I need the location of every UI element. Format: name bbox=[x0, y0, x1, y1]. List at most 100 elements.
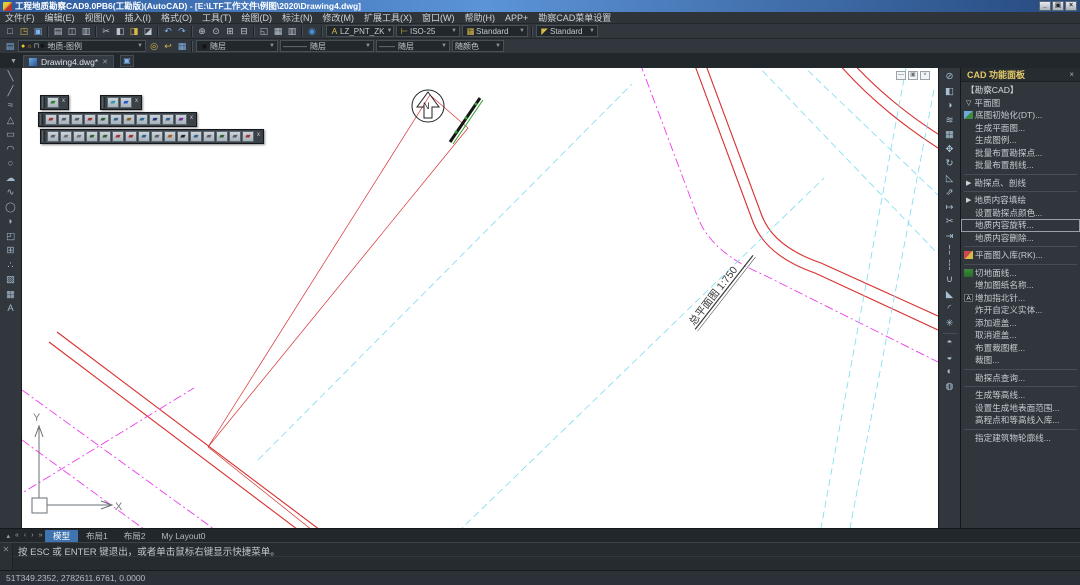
close-icon[interactable]: x bbox=[133, 97, 140, 108]
layer-control[interactable]: ●☼⊓■地质-图例▼ bbox=[18, 40, 146, 52]
layout-nav-3[interactable]: » bbox=[36, 532, 45, 539]
array-button[interactable]: ▦ bbox=[942, 128, 958, 143]
survey-tool-1-button[interactable]: ▰ bbox=[45, 114, 57, 125]
redo-button[interactable]: ↷ bbox=[175, 25, 189, 38]
float-toolbar-a[interactable]: ▰x bbox=[40, 95, 69, 110]
fillet-button[interactable]: ◜ bbox=[942, 302, 958, 317]
clean-screen-button[interactable]: ◉ bbox=[305, 25, 319, 38]
properties-button[interactable]: ◱ bbox=[257, 25, 271, 38]
trim-button[interactable]: ✂ bbox=[942, 215, 958, 230]
spline-button[interactable]: ∿ bbox=[3, 186, 19, 201]
lineweight-control[interactable]: ——随层▼ bbox=[376, 40, 450, 52]
panel-item-地质内容填绘[interactable]: ▶地质内容填绘 bbox=[961, 194, 1080, 207]
zoom-window-button[interactable]: ⊞ bbox=[223, 25, 237, 38]
panel-item-批量布置剖线[interactable]: 批量布置剖线... bbox=[961, 159, 1080, 172]
designcenter-button[interactable]: ▦ bbox=[271, 25, 285, 38]
restore-button[interactable]: ▣ bbox=[1052, 1, 1064, 11]
draworder-back-button[interactable]: ◒ bbox=[942, 351, 958, 366]
multiline-text-button[interactable]: A bbox=[3, 302, 19, 317]
copy-button[interactable]: ◧ bbox=[942, 85, 958, 100]
zoom-realtime-button[interactable]: ⊙ bbox=[209, 25, 223, 38]
toolbar-grip[interactable] bbox=[42, 97, 45, 108]
survey-tool-2-button[interactable]: ▰ bbox=[58, 114, 70, 125]
view-rotate-tool-button[interactable]: ▰ bbox=[107, 97, 119, 108]
survey-tool-6-button[interactable]: ▰ bbox=[110, 114, 122, 125]
menu-插入(I)[interactable]: 插入(I) bbox=[120, 11, 157, 24]
panel-close-icon[interactable]: × bbox=[1069, 70, 1074, 79]
geology-tool-15-button[interactable]: ▰ bbox=[229, 131, 241, 142]
plot-preview-button[interactable]: ◫ bbox=[65, 25, 79, 38]
geology-tool-7-button[interactable]: ▰ bbox=[125, 131, 137, 142]
panel-item-生成平面图[interactable]: 生成平面图... bbox=[961, 122, 1080, 135]
panel-item-设置生成地表面范围[interactable]: 设置生成地表面范围... bbox=[961, 402, 1080, 415]
layout-nav-1[interactable]: ‹ bbox=[21, 532, 28, 539]
open-button[interactable]: ◳ bbox=[17, 25, 31, 38]
command-close-icon[interactable]: ✕ bbox=[0, 543, 13, 570]
panel-item-生成图例[interactable]: 生成图例... bbox=[961, 134, 1080, 147]
hatch-button[interactable]: ▨ bbox=[3, 273, 19, 288]
panel-item-取消遮盖[interactable]: 取消遮盖... bbox=[961, 329, 1080, 342]
panel-item-勘探点、剖线[interactable]: ▶勘探点、剖线 bbox=[961, 177, 1080, 190]
survey-tool-9-button[interactable]: ▰ bbox=[149, 114, 161, 125]
command-history[interactable]: 按 ESC 或 ENTER 键退出，或者单击鼠标右键显示快捷菜单。 bbox=[13, 543, 1080, 570]
make-block-button[interactable]: ⊞ bbox=[3, 244, 19, 259]
menu-窗口(W)[interactable]: 窗口(W) bbox=[417, 11, 460, 24]
layout-tab-My Layout0[interactable]: My Layout0 bbox=[154, 530, 214, 542]
break-at-point-button[interactable]: ╎ bbox=[942, 244, 958, 259]
rotate-button[interactable]: ↻ bbox=[942, 157, 958, 172]
chamfer-button[interactable]: ◣ bbox=[942, 288, 958, 303]
geology-tool-6-button[interactable]: ▰ bbox=[112, 131, 124, 142]
geology-tool-8-button[interactable]: ▰ bbox=[138, 131, 150, 142]
menu-格式(O)[interactable]: 格式(O) bbox=[156, 11, 197, 24]
survey-tool-3-button[interactable]: ▰ bbox=[71, 114, 83, 125]
menu-APP+[interactable]: APP+ bbox=[500, 13, 533, 23]
cut-button[interactable]: ✂ bbox=[99, 25, 113, 38]
tab-overflow-icon[interactable]: ▼ bbox=[4, 58, 23, 65]
stretch-button[interactable]: ⇗ bbox=[942, 186, 958, 201]
float-toolbar-b[interactable]: ▰▰x bbox=[100, 95, 142, 110]
offset-button[interactable]: ≋ bbox=[942, 114, 958, 129]
draworder-under-button[interactable]: ◍ bbox=[942, 380, 958, 395]
extend-button[interactable]: ⇥ bbox=[942, 230, 958, 245]
insert-block-button[interactable]: ◰ bbox=[3, 230, 19, 245]
minimize-button[interactable]: _ bbox=[1039, 1, 1051, 11]
line-button[interactable]: ╲ bbox=[3, 70, 19, 85]
panel-item-批量布置勘探点[interactable]: 批量布置勘探点... bbox=[961, 147, 1080, 160]
panel-item-平面图[interactable]: ▽平面图 bbox=[961, 97, 1080, 110]
arc-button[interactable]: ◠ bbox=[3, 143, 19, 158]
panel-item-地质内容删除[interactable]: 地质内容删除... bbox=[961, 232, 1080, 245]
paste-clip-button[interactable]: ◨ bbox=[127, 25, 141, 38]
geology-tool-10-button[interactable]: ▰ bbox=[164, 131, 176, 142]
menu-编辑(E)[interactable]: 编辑(E) bbox=[40, 11, 80, 24]
explode-button[interactable]: ✳ bbox=[942, 317, 958, 332]
zoom-previous-button[interactable]: ⊟ bbox=[237, 25, 251, 38]
table-style-control[interactable]: ▦Standard▼ bbox=[462, 25, 528, 37]
menu-视图(V)[interactable]: 视图(V) bbox=[80, 11, 120, 24]
screen-capture-tool-button[interactable]: ▰ bbox=[47, 97, 59, 108]
geology-tool-5-button[interactable]: ▰ bbox=[99, 131, 111, 142]
geology-tool-9-button[interactable]: ▰ bbox=[151, 131, 163, 142]
toolbar-grip[interactable] bbox=[40, 114, 43, 125]
erase-button[interactable]: ⊘ bbox=[942, 70, 958, 85]
layout-tab-布局1[interactable]: 布局1 bbox=[78, 530, 116, 542]
plot-button[interactable]: ▤ bbox=[51, 25, 65, 38]
survey-tool-10-button[interactable]: ▰ bbox=[162, 114, 174, 125]
linetype-control[interactable]: ———随层▼ bbox=[280, 40, 374, 52]
toolbar-grip[interactable] bbox=[42, 131, 45, 142]
layout-tab-布局2[interactable]: 布局2 bbox=[116, 530, 154, 542]
close-icon[interactable]: x bbox=[255, 131, 262, 142]
mleader-style-control[interactable]: ◤Standard▼ bbox=[536, 25, 598, 37]
layer-previous-button[interactable]: ↩ bbox=[161, 40, 175, 53]
ellipse-arc-button[interactable]: ◗ bbox=[3, 215, 19, 230]
panel-item-指定建筑物轮廓线[interactable]: 指定建筑物轮廓线... bbox=[961, 432, 1080, 445]
panel-item-裁图[interactable]: 裁图... bbox=[961, 354, 1080, 367]
tool-palettes-button[interactable]: ▥ bbox=[285, 25, 299, 38]
point-button[interactable]: ∴ bbox=[3, 259, 19, 274]
plotstyle-control[interactable]: 随颜色▼ bbox=[452, 40, 504, 52]
circle-button[interactable]: ○ bbox=[3, 157, 19, 172]
layout-tab-模型[interactable]: 模型 bbox=[45, 530, 78, 542]
geology-tool-3-button[interactable]: ▰ bbox=[73, 131, 85, 142]
close-icon[interactable]: x bbox=[60, 97, 67, 108]
geology-tool-4-button[interactable]: ▰ bbox=[86, 131, 98, 142]
menu-扩展工具(X)[interactable]: 扩展工具(X) bbox=[359, 11, 417, 24]
